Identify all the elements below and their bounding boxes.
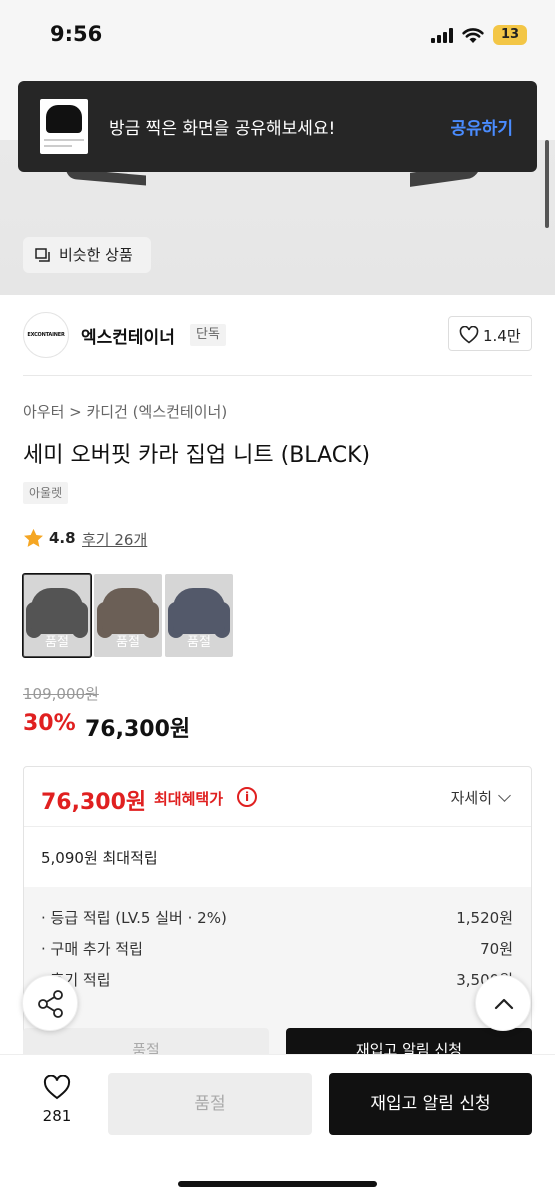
wishlist-button[interactable]: 281 bbox=[33, 1073, 81, 1133]
similar-products-label: 비슷한 상품 bbox=[59, 246, 133, 264]
color-swatch-navy[interactable]: 품절 bbox=[165, 574, 233, 657]
color-swatch-black[interactable]: 품절 bbox=[22, 573, 92, 658]
breadcrumb[interactable]: 아우터 > 카디건 (엑스컨테이너) bbox=[23, 401, 227, 422]
rating-score: 4.8 bbox=[49, 529, 76, 547]
brand-like-count: 1.4만 bbox=[483, 327, 521, 345]
max-benefit-label: 최대혜택가 bbox=[154, 790, 224, 808]
heart-icon bbox=[459, 326, 479, 344]
home-indicator[interactable] bbox=[178, 1181, 377, 1187]
discount-rate: 30% bbox=[23, 711, 76, 736]
detail-label: 자세히 bbox=[450, 789, 492, 807]
restock-alert-button[interactable]: 재입고 알림 신청 bbox=[329, 1073, 532, 1135]
brand-row: EXCONTAINER 엑스컨테이너 단독 1.4만 bbox=[0, 295, 555, 375]
toast-message: 방금 찍은 화면을 공유해보세요! bbox=[109, 119, 336, 139]
bottom-action-bar: 281 품절 재입고 알림 신청 bbox=[0, 1054, 555, 1200]
color-swatch-brown[interactable]: 품절 bbox=[94, 574, 162, 657]
soldout-label: 품절 bbox=[116, 635, 140, 650]
brand-logo[interactable]: EXCONTAINER bbox=[23, 312, 69, 358]
reviews-link[interactable]: 후기 26개 bbox=[82, 529, 147, 550]
heart-icon bbox=[43, 1075, 71, 1100]
product-title: 세미 오버핏 카라 집업 니트 (BLACK) bbox=[23, 443, 371, 468]
share-fab[interactable] bbox=[22, 975, 78, 1031]
signal-icon bbox=[431, 28, 456, 43]
points-row: · 구매 추가 적립 70원 bbox=[41, 938, 513, 959]
copy-icon bbox=[35, 248, 50, 262]
info-icon[interactable]: i bbox=[237, 787, 257, 807]
points-row: · 등급 적립 (LV.5 실버 · 2%) 1,520원 bbox=[41, 907, 513, 928]
soldout-button[interactable]: 품절 bbox=[108, 1073, 312, 1135]
share-toast: 방금 찍은 화면을 공유해보세요! 공유하기 bbox=[18, 81, 537, 172]
share-button[interactable]: 공유하기 bbox=[450, 114, 513, 139]
share-icon bbox=[38, 990, 63, 1018]
status-time: 9:56 bbox=[50, 22, 103, 46]
star-icon bbox=[24, 528, 43, 547]
wifi-icon bbox=[462, 28, 484, 43]
original-price: 109,000원 bbox=[23, 685, 99, 703]
max-points: 5,090원 최대적립 bbox=[41, 849, 158, 867]
divider bbox=[24, 826, 531, 827]
outlet-tag: 아울렛 bbox=[23, 482, 69, 504]
scrollbar[interactable] bbox=[545, 140, 549, 228]
battery-indicator: 13 bbox=[493, 25, 527, 45]
scroll-top-fab[interactable] bbox=[475, 975, 531, 1031]
sale-price: 76,300원 bbox=[85, 717, 191, 742]
points-row-label: · 등급 적립 (LV.5 실버 · 2%) bbox=[41, 909, 227, 927]
chevron-down-icon bbox=[498, 789, 511, 802]
detail-button[interactable]: 자세히 bbox=[450, 787, 511, 808]
soldout-label: 품절 bbox=[45, 635, 69, 650]
chevron-up-icon bbox=[494, 998, 514, 1010]
similar-products-button[interactable]: 비슷한 상품 bbox=[23, 237, 151, 273]
points-row-value: 1,520원 bbox=[456, 909, 513, 927]
wishlist-count: 281 bbox=[42, 1107, 72, 1125]
brand-like-button[interactable]: 1.4만 bbox=[448, 316, 532, 351]
soldout-label: 품절 bbox=[187, 635, 211, 650]
max-benefit-price: 76,300원 bbox=[41, 790, 147, 815]
screenshot-thumbnail[interactable] bbox=[40, 99, 88, 154]
points-row-value: 70원 bbox=[480, 940, 513, 958]
points-row-label: · 구매 추가 적립 bbox=[41, 940, 143, 958]
benefit-box: 76,300원 최대혜택가 i 자세히 5,090원 최대적립 · 등급 적립 … bbox=[23, 766, 532, 1056]
brand-name[interactable]: 엑스컨테이너 bbox=[81, 323, 175, 348]
exclusive-badge: 단독 bbox=[190, 324, 226, 346]
divider bbox=[23, 375, 532, 376]
points-row: · 후기 적립 3,500원 bbox=[41, 969, 513, 990]
